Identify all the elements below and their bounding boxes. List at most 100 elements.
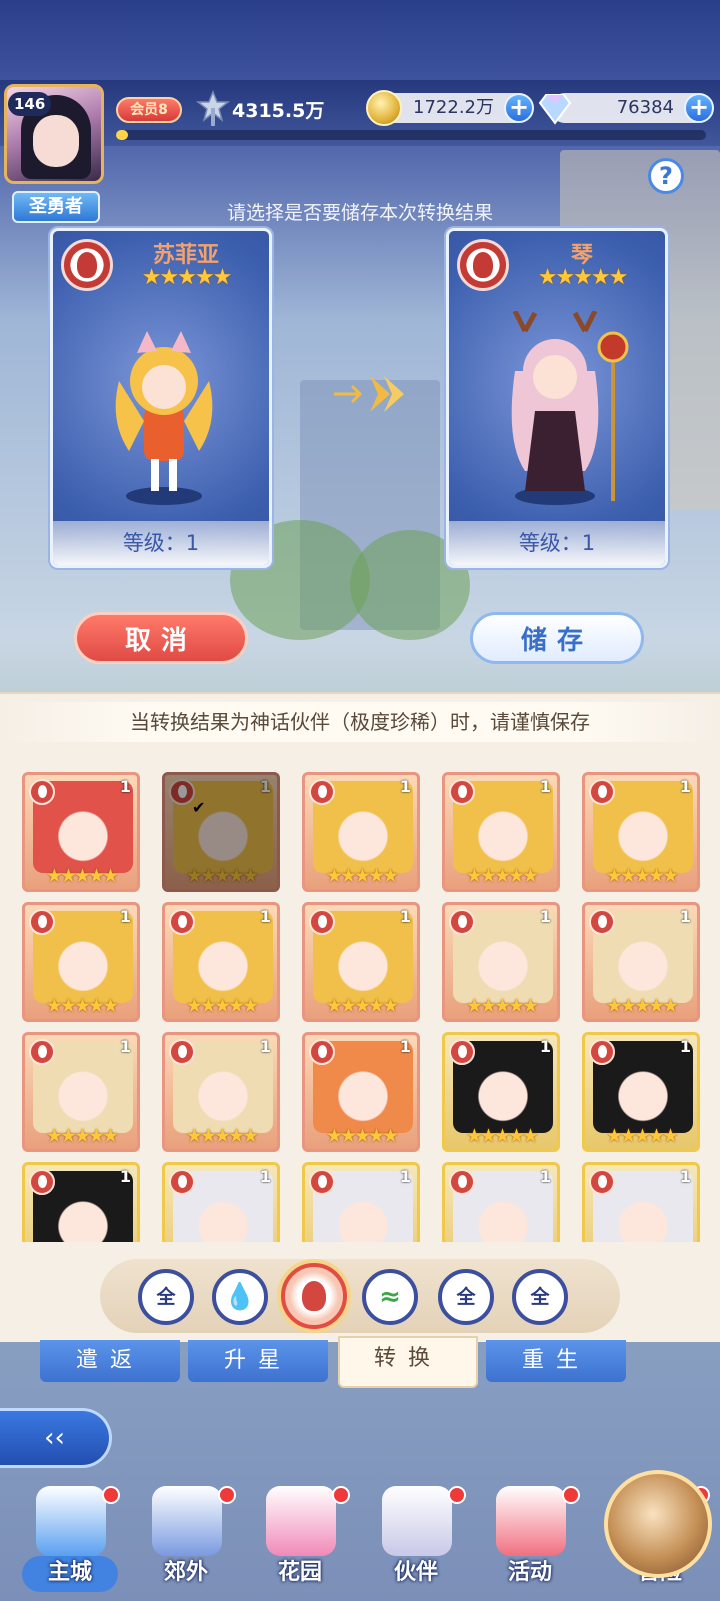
hero-slot[interactable]: 1★★★★★ bbox=[442, 1032, 560, 1152]
hero-slot[interactable]: 1★★★★★ bbox=[582, 1162, 700, 1242]
nav-label: 主城 bbox=[47, 1560, 92, 1585]
hero-level: 等级：1 bbox=[449, 521, 665, 565]
hero-slot[interactable]: 1 ★★★★★ bbox=[302, 772, 420, 892]
collapse-side-button[interactable]: ‹‹ bbox=[0, 1408, 112, 1468]
hero-slot[interactable]: 1★★★★★ bbox=[582, 772, 700, 892]
hero-slot-stars: ★★★★★ bbox=[605, 995, 679, 1017]
diamond-resource: 76384 + bbox=[538, 93, 714, 125]
notification-dot bbox=[218, 1486, 236, 1504]
fire-element-icon bbox=[589, 909, 615, 935]
hero-slot-stars: ★★★★★ bbox=[465, 995, 539, 1017]
hero-slot-level: 1 bbox=[679, 777, 691, 796]
hero-slot-level: 1 bbox=[119, 1037, 131, 1056]
hero-stars: ★★★★★ bbox=[537, 265, 629, 290]
save-button[interactable]: 储存 bbox=[470, 612, 644, 664]
hero-slot-level: 1 bbox=[679, 1167, 691, 1186]
nav-tower[interactable]: 郊外 bbox=[130, 1480, 242, 1600]
hero-slot[interactable]: 1★★★★★ bbox=[162, 1032, 280, 1152]
hero-slot-level: 1 bbox=[399, 777, 411, 796]
hero-slot-stars: ★★★★★ bbox=[605, 1125, 679, 1147]
fire-element-icon bbox=[29, 909, 55, 935]
hero-slot[interactable]: 1★★★★★ bbox=[162, 1162, 280, 1242]
hero-slot[interactable]: 1★★★★★ bbox=[162, 772, 280, 892]
filter-all-icon[interactable]: 全 bbox=[138, 1269, 194, 1325]
experience-bar bbox=[116, 130, 706, 140]
hero-chibi-qin bbox=[511, 311, 629, 505]
hero-slot[interactable]: 1 ★★★★★ bbox=[582, 1032, 700, 1152]
add-diamond-button[interactable]: + bbox=[684, 93, 714, 123]
hero-slot[interactable]: 1 ★★★★★ bbox=[162, 902, 280, 1022]
player-level: 146 bbox=[8, 92, 52, 116]
filter-water-icon[interactable]: 💧 bbox=[212, 1269, 268, 1325]
add-gold-button[interactable]: + bbox=[504, 93, 534, 123]
nav-label: 郊外 bbox=[163, 1560, 208, 1585]
hero-slot-stars: ★★★★★ bbox=[465, 1125, 539, 1147]
notification-dot bbox=[448, 1486, 466, 1504]
fire-element-icon bbox=[449, 1169, 475, 1195]
hero-chibi-sophia bbox=[115, 331, 213, 505]
cancel-button[interactable]: 取消 bbox=[74, 612, 248, 664]
hero-slot-level: 1 bbox=[399, 907, 411, 926]
fire-element-icon bbox=[29, 779, 55, 805]
hero-slot-level: 1 bbox=[399, 1167, 411, 1186]
filter-all-icon[interactable]: 全 bbox=[512, 1269, 568, 1325]
fire-element-icon bbox=[169, 909, 195, 935]
fire-element-icon bbox=[309, 1169, 335, 1195]
hero-slot[interactable]: 1★★★★★ bbox=[442, 772, 560, 892]
hero-slot-stars: ★★★★★ bbox=[185, 995, 259, 1017]
hero-slot[interactable]: 1★★★★★ bbox=[442, 1162, 560, 1242]
hero-slot[interactable]: 1★★★★★ bbox=[22, 1162, 140, 1242]
fire-element-icon bbox=[589, 1039, 615, 1065]
help-button[interactable]: ? bbox=[648, 158, 684, 194]
hero-slot[interactable]: 1 ★★★★★ bbox=[22, 1032, 140, 1152]
hero-stars: ★★★★★ bbox=[141, 265, 233, 290]
hero-slot[interactable]: 1★★★★★ bbox=[22, 772, 140, 892]
fire-element-icon bbox=[457, 239, 509, 291]
tab-0[interactable]: 遣返 bbox=[40, 1340, 180, 1382]
nav-partner[interactable]: 伙伴 bbox=[360, 1480, 472, 1600]
convert-arrow-icon bbox=[334, 376, 404, 412]
hero-slot[interactable]: 1★★★★★ bbox=[302, 902, 420, 1022]
filter-wind-icon[interactable]: ≈ bbox=[362, 1269, 418, 1325]
hero-slot[interactable]: 1 ★★★★★ bbox=[442, 902, 560, 1022]
hero-slot[interactable]: 1 ★★★★★ bbox=[582, 902, 700, 1022]
hero-grid[interactable]: 1 ★★★★★ 1 ★★★★★ ✔ 1 ★★★★★ 1 ★★★★★ 1 ★★★★★ 1 ★★★★★ 1 ★★… bbox=[22, 772, 702, 1242]
filter-all-icon[interactable]: 全 bbox=[438, 1269, 494, 1325]
hero-slot-level: 1 bbox=[679, 1037, 691, 1056]
notification-dot bbox=[102, 1486, 120, 1504]
hero-slot[interactable]: 1★★★★★ bbox=[22, 902, 140, 1022]
hero-slot-stars: ★★★★★ bbox=[185, 1125, 259, 1147]
tab-3[interactable]: 重生 bbox=[486, 1340, 626, 1382]
nav-gift[interactable]: 活动 bbox=[474, 1480, 586, 1600]
nav-label: 活动 bbox=[507, 1560, 552, 1585]
hero-slot-level: 1 bbox=[259, 907, 271, 926]
adventure-compass-icon[interactable] bbox=[604, 1470, 712, 1578]
hero-slot-stars: ★★★★★ bbox=[45, 865, 119, 887]
hero-slot[interactable]: 1★★★★★ bbox=[302, 1162, 420, 1242]
hero-slot-stars: ★★★★★ bbox=[45, 1125, 119, 1147]
nav-heart[interactable]: 花园 bbox=[244, 1480, 356, 1600]
hero-slot-stars: ★★★★★ bbox=[325, 865, 399, 887]
hero-level: 等级：1 bbox=[53, 521, 269, 565]
fire-element-icon bbox=[29, 1039, 55, 1065]
hero-slot-level: 1 bbox=[539, 907, 551, 926]
filter-fire-icon[interactable] bbox=[281, 1263, 347, 1329]
vip-badge[interactable]: 会员8 bbox=[116, 97, 182, 123]
hero-slot[interactable]: 1★★★★★ bbox=[302, 1032, 420, 1152]
original-hero-card[interactable]: 苏菲亚 ★★★★★ 等级：1 bbox=[50, 228, 272, 568]
hero-slot-level: 1 bbox=[539, 1167, 551, 1186]
partner-icon bbox=[382, 1486, 452, 1556]
tab-2[interactable]: 转换 bbox=[338, 1336, 478, 1388]
nav-castle[interactable]: 主城 bbox=[14, 1480, 126, 1600]
tab-1[interactable]: 升星 bbox=[188, 1340, 328, 1382]
notification-dot bbox=[562, 1486, 580, 1504]
nav-label: 花园 bbox=[277, 1560, 322, 1585]
notification-dot bbox=[332, 1486, 350, 1504]
converted-hero-card[interactable]: 琴 ★★★★★ 等级：1 bbox=[446, 228, 668, 568]
hero-slot-level: 1 bbox=[539, 777, 551, 796]
hero-slot-level: 1 bbox=[399, 1037, 411, 1056]
fire-element-icon bbox=[589, 1169, 615, 1195]
fire-element-icon bbox=[449, 1039, 475, 1065]
mythic-warning-notice: 当转换结果为神话伙伴（极度珍稀）时，请谨慎保存 bbox=[0, 702, 720, 742]
hero-slot-level: 1 bbox=[679, 907, 691, 926]
